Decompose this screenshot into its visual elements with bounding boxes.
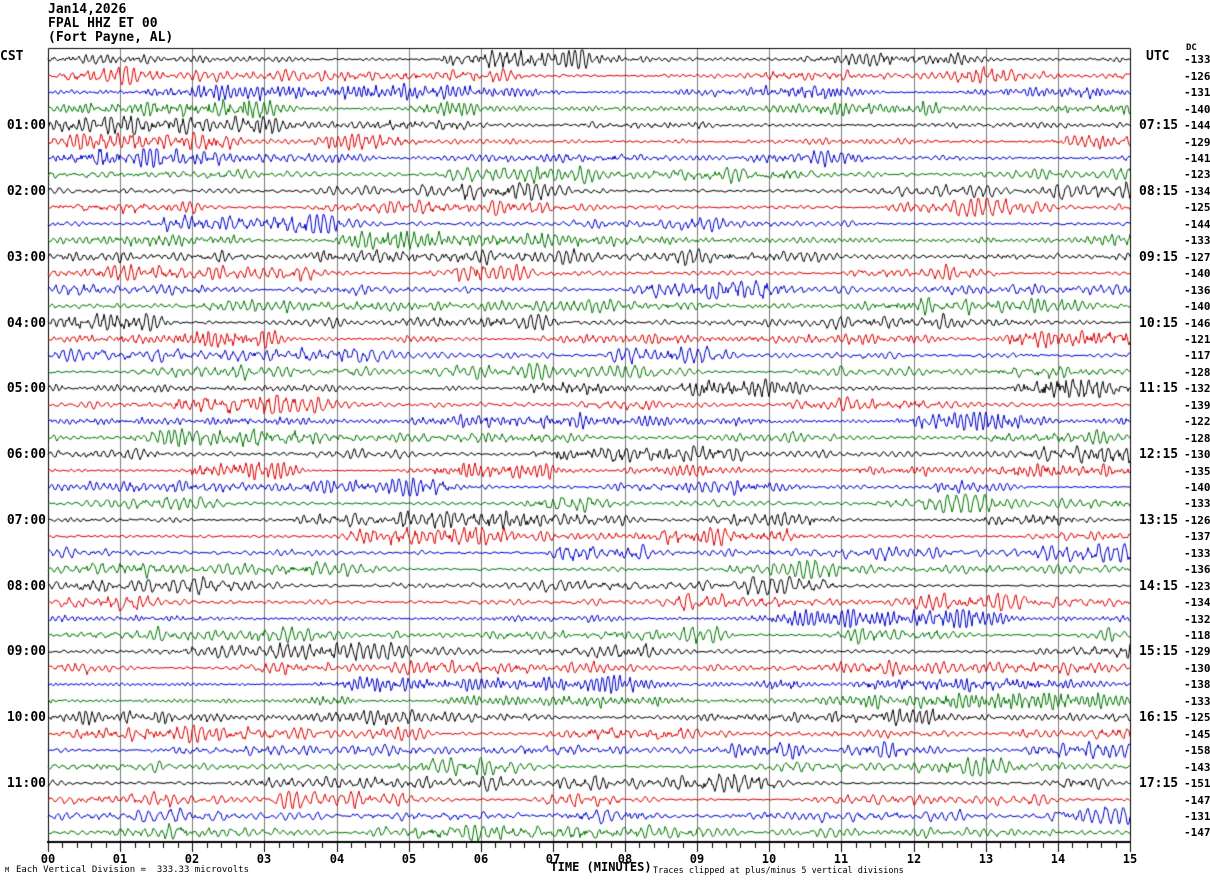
helicorder-plot: Jan14,2026 FPAL HHZ ET 00 (Fort Payne, A… <box>0 0 1210 886</box>
dc-offset-value: -131 <box>1184 810 1210 823</box>
dc-offset-value: -128 <box>1184 432 1210 445</box>
utc-time-label: 17:15 <box>1139 776 1179 791</box>
dc-offset-value: -129 <box>1184 645 1210 658</box>
dc-offset-value: -123 <box>1184 168 1210 181</box>
minute-tick-label: 05 <box>401 852 417 866</box>
dc-offset-value: -129 <box>1184 136 1210 149</box>
minute-tick-label: 02 <box>184 852 200 866</box>
utc-time-label: 09:15 <box>1139 250 1179 265</box>
cst-time-label: 03:00 <box>6 250 46 265</box>
minute-tick-label: 11 <box>833 852 849 866</box>
dc-offset-value: -130 <box>1184 448 1210 461</box>
cst-time-label: 02:00 <box>6 184 46 199</box>
dc-offset-value: -133 <box>1184 695 1210 708</box>
dc-offset-value: -128 <box>1184 366 1210 379</box>
utc-time-label: 10:15 <box>1139 316 1179 331</box>
dc-offset-value: -147 <box>1184 826 1210 839</box>
dc-offset-value: -125 <box>1184 711 1210 724</box>
minute-tick-label: 10 <box>761 852 777 866</box>
dc-offset-value: -144 <box>1184 218 1210 231</box>
header-station-location: (Fort Payne, AL) <box>48 30 174 45</box>
dc-offset-value: -122 <box>1184 415 1210 428</box>
minute-tick-label: 12 <box>906 852 922 866</box>
dc-offset-value: -151 <box>1184 777 1210 790</box>
header-station-code: FPAL HHZ ET 00 <box>48 16 158 31</box>
dc-offset-value: -146 <box>1184 317 1210 330</box>
dc-offset-value: -123 <box>1184 580 1210 593</box>
dc-offset-value: -140 <box>1184 300 1210 313</box>
dc-offset-value: -133 <box>1184 547 1210 560</box>
minute-tick-label: 01 <box>112 852 128 866</box>
utc-time-label: 11:15 <box>1139 381 1179 396</box>
cst-time-label: 04:00 <box>6 316 46 331</box>
dc-offset-value: -136 <box>1184 284 1210 297</box>
utc-time-label: 16:15 <box>1139 710 1179 725</box>
header-date: Jan14,2026 <box>48 2 127 17</box>
utc-time-label: 08:15 <box>1139 184 1179 199</box>
dc-offset-value: -132 <box>1184 613 1210 626</box>
dc-offset-value: -133 <box>1184 53 1210 66</box>
dc-offset-value: -143 <box>1184 761 1210 774</box>
cst-time-label: 06:00 <box>6 447 46 462</box>
dc-offset-value: -144 <box>1184 119 1210 132</box>
dc-offset-value: -140 <box>1184 267 1210 280</box>
dc-offset-value: -121 <box>1184 333 1210 346</box>
scale-note: Each Vertical Division = 333.33 microvol… <box>16 865 249 875</box>
cst-time-label: 10:00 <box>6 710 46 725</box>
dc-offset-value: -133 <box>1184 497 1210 510</box>
minute-tick-label: 13 <box>978 852 994 866</box>
utc-time-label: 13:15 <box>1139 513 1179 528</box>
minute-tick-label: 04 <box>329 852 345 866</box>
dc-offset-value: -138 <box>1184 678 1210 691</box>
dc-offset-value: -145 <box>1184 728 1210 741</box>
dc-offset-value: -118 <box>1184 629 1210 642</box>
utc-time-label: 15:15 <box>1139 644 1179 659</box>
clip-note: Traces clipped at plus/minus 5 vertical … <box>653 866 904 876</box>
utc-time-label: 12:15 <box>1139 447 1179 462</box>
corner-mark: M <box>5 866 10 874</box>
dc-offset-value: -135 <box>1184 465 1210 478</box>
dc-offset-value: -140 <box>1184 481 1210 494</box>
cst-time-label: 08:00 <box>6 579 46 594</box>
dc-offset-value: -147 <box>1184 794 1210 807</box>
utc-time-label: 07:15 <box>1139 118 1179 133</box>
dc-offset-value: -137 <box>1184 530 1210 543</box>
minute-tick-label: 15 <box>1122 852 1138 866</box>
cst-time-label: 05:00 <box>6 381 46 396</box>
cst-time-label: 11:00 <box>6 776 46 791</box>
dc-offset-value: -132 <box>1184 382 1210 395</box>
cst-time-label: 09:00 <box>6 644 46 659</box>
dc-offset-value: -133 <box>1184 234 1210 247</box>
dc-offset-value: -127 <box>1184 251 1210 264</box>
minute-tick-label: 03 <box>256 852 272 866</box>
dc-offset-value: -130 <box>1184 662 1210 675</box>
minute-tick-label: 14 <box>1050 852 1066 866</box>
dc-offset-value: -134 <box>1184 596 1210 609</box>
dc-offset-value: -117 <box>1184 349 1210 362</box>
minute-tick-label: 06 <box>473 852 489 866</box>
seismogram-canvas <box>0 0 1210 886</box>
dc-offset-value: -158 <box>1184 744 1210 757</box>
dc-offset-value: -126 <box>1184 70 1210 83</box>
dc-offset-value: -131 <box>1184 86 1210 99</box>
time-axis-title: TIME (MINUTES) <box>550 860 652 874</box>
utc-time-label: 14:15 <box>1139 579 1179 594</box>
dc-offset-value: -125 <box>1184 201 1210 214</box>
cst-time-label: 07:00 <box>6 513 46 528</box>
dc-offset-value: -134 <box>1184 185 1210 198</box>
utc-axis-label: UTC <box>1146 49 1170 64</box>
dc-offset-value: -136 <box>1184 563 1210 576</box>
dc-offset-value: -139 <box>1184 399 1210 412</box>
dc-offset-value: -141 <box>1184 152 1210 165</box>
dc-offset-value: -140 <box>1184 103 1210 116</box>
minute-tick-label: 00 <box>40 852 56 866</box>
minute-tick-label: 09 <box>689 852 705 866</box>
cst-axis-label: CST <box>0 49 24 64</box>
dc-offset-value: -126 <box>1184 514 1210 527</box>
cst-time-label: 01:00 <box>6 118 46 133</box>
